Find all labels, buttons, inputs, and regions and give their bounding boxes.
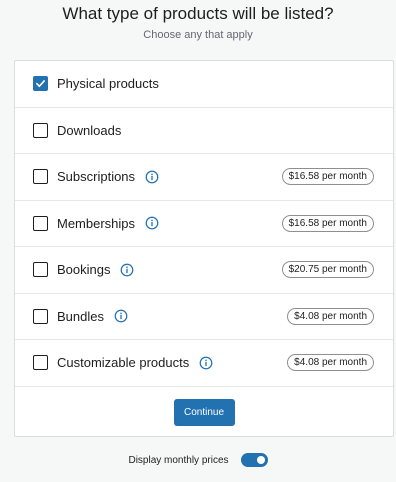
- info-icon[interactable]: [199, 356, 213, 370]
- option-label: Customizable products: [57, 355, 190, 371]
- info-icon[interactable]: [145, 216, 159, 230]
- option-row[interactable]: Downloads: [15, 108, 393, 154]
- display-monthly-prices-row: Display monthly prices: [0, 452, 396, 468]
- product-types-step: What type of products will be listed? Ch…: [0, 4, 396, 482]
- product-types-card: Physical products Downloads Subscriptions $…: [14, 60, 394, 437]
- price-badge: $4.08 per month: [287, 354, 374, 372]
- page-title: What type of products will be listed?: [62, 4, 334, 23]
- card-footer: Continue: [15, 387, 393, 438]
- page-subtitle: Choose any that apply: [143, 29, 253, 41]
- check-icon: [35, 78, 46, 89]
- display-monthly-prices-label: Display monthly prices: [128, 454, 229, 466]
- option-checkbox[interactable]: [33, 169, 48, 185]
- option-label: Subscriptions: [57, 169, 136, 185]
- price-badge: $20.75 per month: [281, 261, 374, 279]
- display-monthly-prices-toggle[interactable]: [240, 453, 268, 467]
- option-label: Physical products: [57, 76, 159, 92]
- option-checkbox[interactable]: [33, 355, 48, 371]
- price-badge: $16.58 per month: [281, 168, 374, 186]
- option-checkbox[interactable]: [33, 308, 48, 324]
- option-row[interactable]: Bookings $20.75 per month: [15, 247, 393, 294]
- price-badge: $16.58 per month: [281, 214, 374, 232]
- option-row[interactable]: Physical products: [15, 61, 393, 108]
- option-label: Memberships: [57, 215, 136, 231]
- option-row[interactable]: Bundles $4.08 per month: [15, 294, 393, 340]
- option-checkbox[interactable]: [33, 122, 48, 138]
- option-label: Bundles: [57, 308, 104, 324]
- option-row[interactable]: Memberships $16.58 per month: [15, 201, 393, 247]
- info-icon[interactable]: [114, 309, 128, 323]
- option-label: Bookings: [57, 262, 111, 278]
- continue-button[interactable]: Continue: [173, 398, 235, 426]
- option-checkbox[interactable]: [33, 262, 48, 278]
- toggle-knob: [256, 456, 265, 464]
- price-badge: $4.08 per month: [287, 307, 374, 325]
- option-row[interactable]: Customizable products $4.08 per month: [15, 340, 393, 387]
- option-label: Downloads: [57, 122, 122, 138]
- info-icon[interactable]: [120, 263, 134, 277]
- option-row[interactable]: Subscriptions $16.58 per month: [15, 154, 393, 201]
- info-icon[interactable]: [145, 170, 159, 184]
- option-checkbox[interactable]: [33, 76, 48, 92]
- option-checkbox[interactable]: [33, 215, 48, 231]
